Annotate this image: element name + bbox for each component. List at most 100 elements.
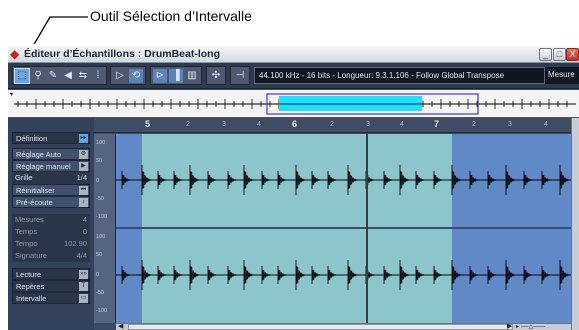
panel-row-3[interactable]: Grille 1/4 [12,172,90,184]
transport-group: ▷ ⟲ [110,66,146,85]
panel-row-label: Temps [15,227,38,236]
amplitude-label: 100 [96,234,106,240]
speaker-icon[interactable]: ◀ [61,69,75,83]
amplitude-label: -50 [96,196,104,202]
maximize-button[interactable]: □ [553,48,566,61]
panel-row-12[interactable]: Intervalle ▭ [12,292,90,304]
scroll-left-icon[interactable]: ◀ [118,322,123,330]
panel-row-label: Pré-écoute [16,198,53,207]
amplitude-label: -50 [96,290,104,296]
minimize-button[interactable]: _ [539,48,552,61]
panel-row-value[interactable]: 1/4 [77,172,87,184]
project-cursor[interactable] [366,134,368,323]
sample-editor-window: ◆ Éditeur d’Échantillons : DrumBeat-long… [8,46,579,330]
panel-row-11[interactable]: Repères T [12,280,90,292]
horizontal-scrollbar[interactable]: ◀ ▶ ▸ -—△—— [116,323,571,330]
ruler-label: 2 [330,121,334,128]
amplitude-label: -100 [96,214,108,220]
overview-line[interactable]: ▾ [8,90,579,118]
overview-waveform [14,93,576,115]
range-select-icon[interactable]: ⬚ [14,68,30,84]
panel-row-label: Grille [15,173,33,182]
warp-icon[interactable]: ▸▸ [79,134,88,143]
waveform-display[interactable] [116,134,571,323]
panel-row-5[interactable]: Pré-écoute ♪ [12,196,90,208]
snap-start-icon[interactable]: ⊳ [153,69,167,83]
loop-icon[interactable]: ⟲ [129,69,143,83]
ruler-label: 2 [472,121,476,128]
panel-row-9: Signature 4/4 [12,250,90,262]
panel-row-label: Réglage Auto [16,150,62,159]
ruler-label: 3 [366,121,370,128]
zoom-slider[interactable]: ▸ -—△—— [516,324,566,330]
panel-row-8: Tempo 102.90 [12,238,90,250]
amplitude-label: 50 [96,252,103,258]
panel-row-4[interactable]: Réinitialiser ⏮ [12,184,90,196]
callout-arrow [33,16,88,44]
ruler-label: 3 [222,121,226,128]
close-button[interactable]: X [566,48,579,61]
panel-row-label: Lecture [16,270,42,279]
panel-row-value[interactable]: 4 [83,214,87,226]
amplitude-label: 50 [96,158,103,164]
display-format[interactable]: Mesure [544,67,579,84]
panel-row-label: Signature [15,251,48,260]
titlebar: ◆ Éditeur d’Échantillons : DrumBeat-long… [8,46,579,63]
panel-row-label: Réinitialiser [16,186,55,195]
autoscroll-group: ✣ [206,66,226,85]
window-title: Éditeur d’Échantillons : DrumBeat-long [24,48,221,60]
panel-row-label: Définition [16,134,48,143]
ruler-label: 2 [186,121,190,128]
info-line: 44.100 kHz - 16 bits - Longueur: 9.3.1.1… [254,67,579,84]
panel-row-7: Temps 0 [12,226,90,238]
callout: Outil Sélection d’Intervalle [0,0,579,44]
manual-adjust-icon[interactable]: ▶ [79,162,88,171]
panel-row-value[interactable]: 4/4 [77,250,87,262]
snap-grid-icon[interactable]: ▥ [185,69,199,83]
amplitude-label: 100 [96,140,106,146]
ruler-label: 4 [544,121,548,128]
panel-row-value[interactable]: 102.90 [64,238,87,250]
definition-panel: Définition ▸▸ Réglage Auto ⚙ Réglage manuel ▶… [8,118,94,330]
panel-row-2[interactable]: Réglage manuel ▶ [12,160,90,172]
panel-row-label: Intervalle [16,294,47,303]
amplitude-ruler: 100 50 0 -50 -100 100 50 0 -50 -100 [94,134,116,323]
range-icon[interactable]: ▭ [79,294,88,303]
ruler-label: 3 [508,121,512,128]
waveform [116,165,571,290]
tool-group: ⬚ ⚲ ✎ ◀ ⇆ ⁞ [12,66,107,85]
panel-row-6: Mesures 4 [12,214,90,226]
panel-row-label: Tempo [15,239,38,248]
scroll-thumb[interactable] [128,324,513,330]
ruler-label: 5 [145,119,151,129]
panel-row-label: Repères [16,282,45,291]
autoscroll-icon[interactable]: ✣ [209,69,223,83]
zoom-icon[interactable]: ⚲ [31,69,45,83]
pencil-icon[interactable]: ✎ [46,69,60,83]
preview-icon[interactable]: ♪ [79,198,88,207]
amplitude-label: -100 [96,308,108,314]
auto-adjust-icon[interactable]: ⚙ [79,150,88,159]
vertical-scrollbar[interactable] [571,118,579,330]
play-icon[interactable]: ▷ [113,69,127,83]
timeline-ruler[interactable]: 5 2 3 4 6 2 3 4 7 2 3 4 [94,118,579,133]
crossing-icon[interactable]: ⊣ [233,69,247,83]
amplitude-label: 0 [96,178,100,184]
panel-row-1[interactable]: Réglage Auto ⚙ [12,148,90,160]
scroll-right-icon[interactable]: ▶ [507,322,512,330]
panel-row-label: Réglage manuel [16,162,71,171]
ruler-label: 4 [257,121,261,128]
panel-row-value[interactable]: 0 [83,226,87,238]
panel-row-label: Mesures [15,215,44,224]
reset-icon[interactable]: ⏮ [79,186,88,195]
callout-text: Outil Sélection d’Intervalle [90,8,252,24]
snap-zero-icon[interactable]: ▐ [169,69,183,83]
hitpoint-icon[interactable]: ⁞ [91,69,105,83]
playback-icon[interactable]: »» [79,270,88,279]
panel-row-10[interactable]: Lecture »» [12,268,90,280]
ruler-label: 4 [400,121,404,128]
marker-icon[interactable]: T [79,282,88,291]
amplitude-label: 0 [96,272,100,278]
panel-row-0[interactable]: Définition ▸▸ [12,132,90,144]
scrub-icon[interactable]: ⇆ [76,69,90,83]
